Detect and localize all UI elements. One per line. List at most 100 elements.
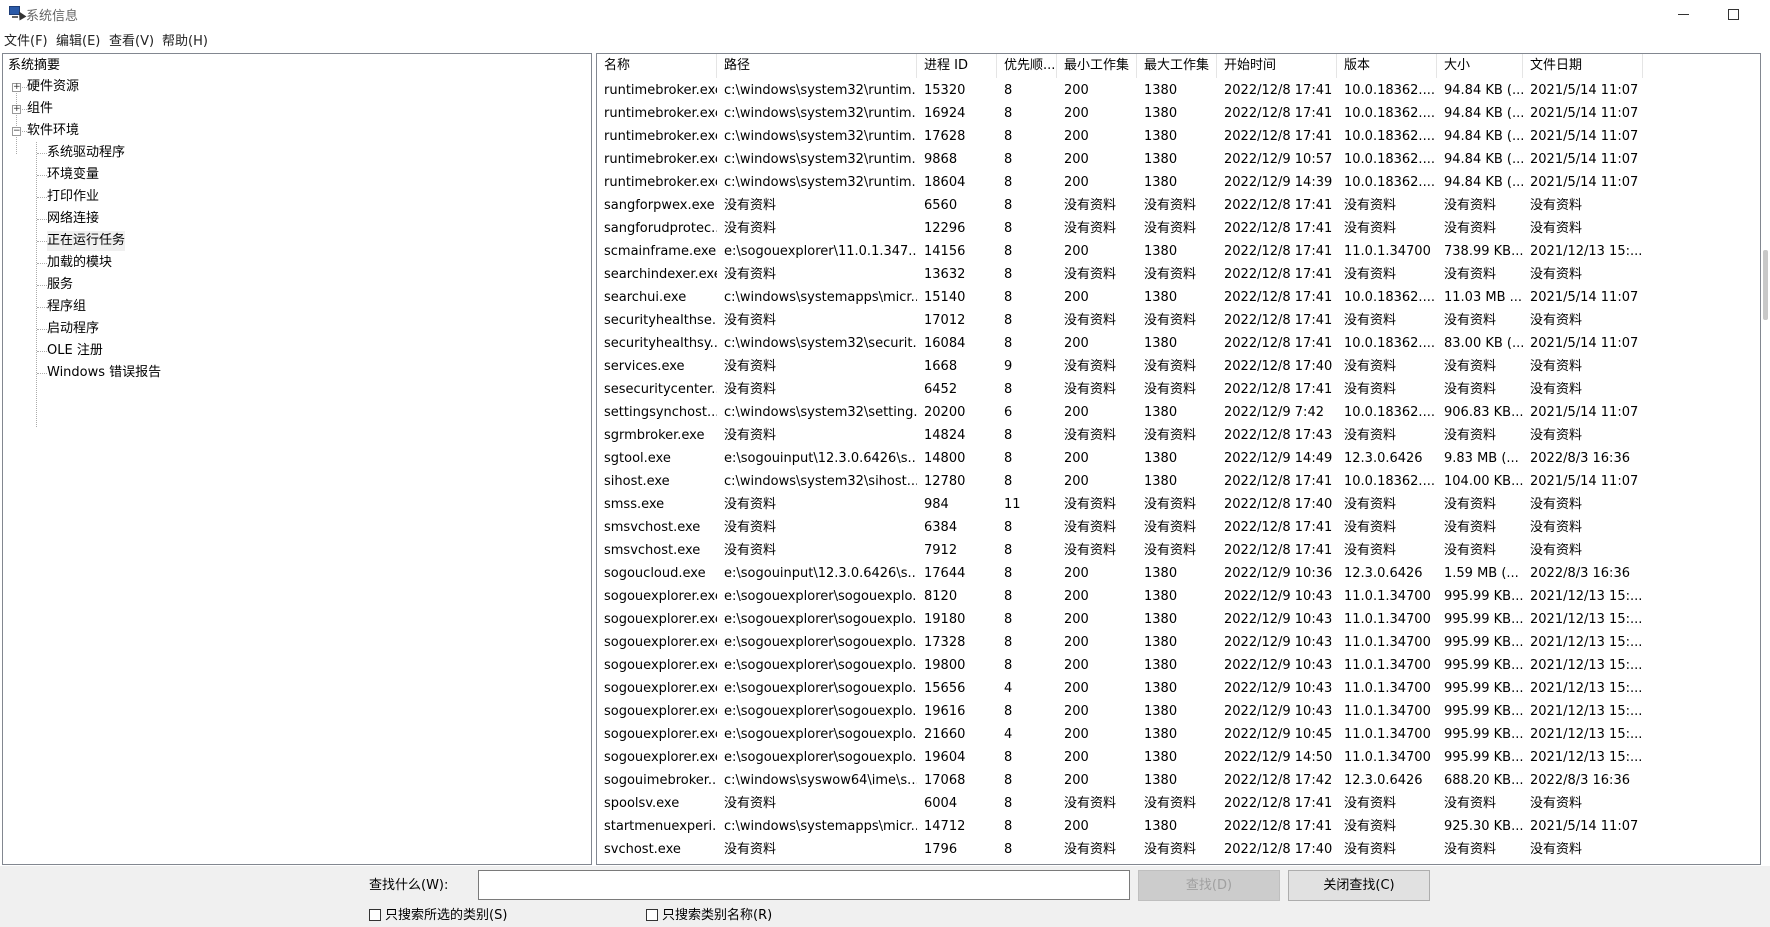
find-input[interactable] [478,870,1130,900]
minimize-button[interactable] [1660,0,1706,28]
column-header-path[interactable]: 路径 [717,54,917,78]
menu-view[interactable]: 查看(V) [109,30,154,49]
table-row[interactable]: services.exe 没有资料 1668 9 没有资料 没有资料 2022/12/8 1… [597,355,1760,378]
table-row[interactable]: smss.exe 没有资料 984 11 没有资料 没有资料 2022/12/8 17:40… [597,493,1760,516]
column-header-max-working-set[interactable]: 最大工作集 [1137,54,1217,78]
column-header-priority[interactable]: 优先顺... [997,54,1057,78]
table-row[interactable]: sgtool.exe e:\sogouinput\12.3.0.6426\s...… [597,447,1760,470]
table-row[interactable]: runtimebroker.exe c:\windows\system32\run… [597,79,1760,102]
table-row[interactable]: sogouexplorer.exe e:\sogouexplorer\sogoue… [597,700,1760,723]
tree-item-software-env[interactable]: 软件环境 [27,121,79,141]
tree-item-network-connections[interactable]: 网络连接 [47,209,99,229]
table-row[interactable]: sogouimebroker.... c:\windows\syswow64\im… [597,769,1760,792]
column-header-min-working-set[interactable]: 最小工作集 [1057,54,1137,78]
table-row[interactable]: sogoucloud.exe e:\sogouinput\12.3.0.6426\… [597,562,1760,585]
tree-item-services[interactable]: 服务 [47,275,73,295]
checkbox-category-names[interactable] [646,909,658,921]
tree-item-system-drivers[interactable]: 系统驱动程序 [47,143,125,163]
column-header-name[interactable]: 名称 [597,54,717,78]
cell-version: 没有资料 [1344,819,1397,834]
close-find-button[interactable]: 关闭查找(C) [1288,870,1430,901]
menu-file[interactable]: 文件(F) [4,30,48,49]
table-row[interactable]: sogouexplorer.exe e:\sogouexplorer\sogoue… [597,654,1760,677]
table-row[interactable]: smsvchost.exe 没有资料 7912 8 没有资料 没有资料 2022/12/8 … [597,539,1760,562]
table-row[interactable]: spoolsv.exe 没有资料 6004 8 没有资料 没有资料 2022/12/8 17… [597,792,1760,815]
tree-item-running-tasks[interactable]: 正在运行任务 [47,231,126,251]
table-row[interactable]: startmenuexperi... c:\windows\systemapps\… [597,815,1760,838]
tree-item-windows-error-reporting[interactable]: Windows 错误报告 [47,363,161,383]
checkbox-selected-category[interactable] [369,909,381,921]
table-row[interactable]: searchindexer.exe 没有资料 13632 8 没有资料 没有资料 2022/… [597,263,1760,286]
table-row[interactable]: sihost.exe c:\windows\system32\sihost....… [597,470,1760,493]
table-row[interactable]: sogouexplorer.exe e:\sogouexplorer\sogoue… [597,631,1760,654]
tree-item-startup-programs[interactable]: 启动程序 [47,319,99,339]
tree-item-env-vars[interactable]: 环境变量 [47,165,99,185]
cell-size: 995.99 KB... [1444,612,1523,627]
table-row[interactable]: sgrmbroker.exe 没有资料 14824 8 没有资料 没有资料 2022/12/… [597,424,1760,447]
tree-item-program-groups[interactable]: 程序组 [47,297,86,317]
search-category-names-option[interactable]: 只搜索类别名称(R) [646,907,772,925]
column-header-start-time[interactable]: 开始时间 [1217,54,1337,78]
cell-pid: 17328 [924,635,966,650]
menu-edit[interactable]: 编辑(E) [56,30,100,49]
table-row[interactable]: scmainframe.exe e:\sogouexplorer\11.0.1.3… [597,240,1760,263]
tree-item-hardware[interactable]: 硬件资源 [27,77,79,97]
collapse-icon[interactable]: − [12,127,21,136]
column-header-size[interactable]: 大小 [1437,54,1523,78]
cell-name: sogouexplorer.exe [604,681,717,696]
cell-name: sogouexplorer.exe [604,704,717,719]
table-row[interactable]: sogouexplorer.exe e:\sogouexplorer\sogoue… [597,746,1760,769]
table-row[interactable]: svchost.exe 没有资料 1796 8 没有资料 没有资料 2022/12/8 17… [597,838,1760,861]
table-row[interactable]: securityhealthse... 没有资料 17012 8 没有资料 没有资料 202… [597,309,1760,332]
tree-item-ole-registration[interactable]: OLE 注册 [47,341,103,361]
cell-min-working-set: 200 [1064,681,1089,696]
table-row[interactable]: smsvchost.exe 没有资料 6384 8 没有资料 没有资料 2022/12/8 … [597,516,1760,539]
table-row[interactable]: sogouexplorer.exe e:\sogouexplorer\sogoue… [597,723,1760,746]
cell-priority: 8 [1004,566,1013,581]
cell-version: 10.0.18362.... [1344,152,1435,167]
scrollbar-thumb[interactable] [1763,250,1768,320]
cell-file-date: 2021/5/14 11:07 [1530,405,1639,420]
table-row[interactable]: settingsynchost.... c:\windows\system32\s… [597,401,1760,424]
table-row[interactable]: searchui.exe c:\windows\systemapps\micr..… [597,286,1760,309]
table-row[interactable]: sangforudprotec... 没有资料 12296 8 没有资料 没有资料 2022… [597,217,1760,240]
table-row[interactable]: sangforpwex.exe 没有资料 6560 8 没有资料 没有资料 2022/12/… [597,194,1760,217]
column-header-file-date[interactable]: 文件日期 [1523,54,1643,78]
tree-item-system-summary[interactable]: 系统摘要 [8,56,60,76]
table-row[interactable]: runtimebroker.exe c:\windows\system32\run… [597,171,1760,194]
cell-min-working-set: 200 [1064,819,1089,834]
cell-max-working-set: 没有资料 [1144,382,1197,397]
find-button[interactable]: 查找(D) [1138,870,1280,901]
table-row[interactable]: runtimebroker.exe c:\windows\system32\run… [597,148,1760,171]
cell-pid: 15656 [924,681,966,696]
table-row[interactable]: runtimebroker.exe c:\windows\system32\run… [597,125,1760,148]
cell-version: 11.0.1.34700 [1344,612,1431,627]
tree-item-loaded-modules[interactable]: 加载的模块 [47,253,112,273]
search-selected-category-option[interactable]: 只搜索所选的类别(S) [369,907,507,925]
cell-name: runtimebroker.exe [604,129,717,144]
expand-icon[interactable]: + [12,105,21,114]
cell-path: c:\windows\system32\sihost.... [724,474,917,489]
menu-help[interactable]: 帮助(H) [162,30,208,49]
cell-max-working-set: 1380 [1144,612,1178,627]
expand-icon[interactable]: + [12,83,21,92]
category-tree[interactable]: 系统摘要 + 硬件资源 + 组件 − 软件环境 系统驱动程序 环境变量 打印作业… [2,53,592,865]
table-row[interactable]: runtimebroker.exe c:\windows\system32\run… [597,102,1760,125]
cell-file-date: 2021/5/14 11:07 [1530,129,1639,144]
table-row[interactable]: sogouexplorer.exe e:\sogouexplorer\sogoue… [597,585,1760,608]
vertical-scrollbar[interactable] [1761,50,1770,927]
maximize-button[interactable] [1710,0,1756,28]
tree-item-components[interactable]: 组件 [27,99,53,119]
list-header: 名称 路径 进程 ID 优先顺... 最小工作集 最大工作集 开始时间 版本 大… [597,54,1760,78]
cell-path: 没有资料 [724,359,777,374]
column-header-pid[interactable]: 进程 ID [917,54,997,78]
cell-priority: 8 [1004,290,1013,305]
process-list[interactable]: 名称 路径 进程 ID 优先顺... 最小工作集 最大工作集 开始时间 版本 大… [596,53,1761,865]
column-header-version[interactable]: 版本 [1337,54,1437,78]
table-row[interactable]: securityhealthsy... c:\windows\system32\s… [597,332,1760,355]
cell-file-date: 2022/8/3 16:36 [1530,773,1630,788]
table-row[interactable]: sogouexplorer.exe e:\sogouexplorer\sogoue… [597,608,1760,631]
tree-item-print-jobs[interactable]: 打印作业 [47,187,99,207]
table-row[interactable]: sogouexplorer.exe e:\sogouexplorer\sogoue… [597,677,1760,700]
table-row[interactable]: sesecuritycenter.... 没有资料 6452 8 没有资料 没有资料 202… [597,378,1760,401]
